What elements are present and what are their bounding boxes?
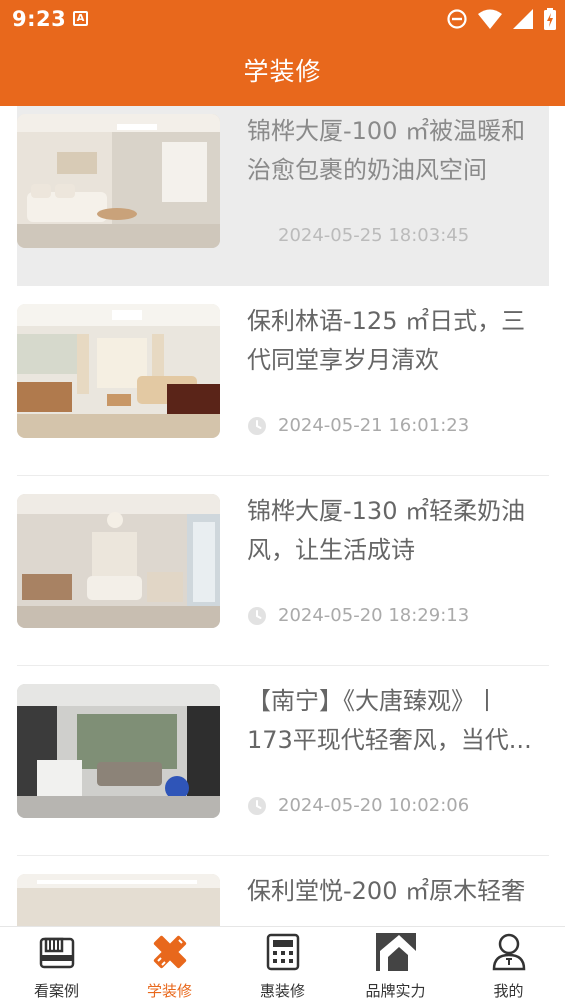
article-title: 锦桦大厦-100 ㎡被温暖和治愈包裹的奶油风空间 <box>247 117 526 184</box>
nav-item-deals[interactable]: 惠装修 <box>226 927 339 1004</box>
do-not-disturb-icon <box>447 9 467 29</box>
nav-item-mine[interactable]: 我的 <box>452 927 565 1004</box>
case-box-icon <box>39 937 75 969</box>
article-item[interactable]: 锦桦大厦-100 ㎡被温暖和治愈包裹的奶油风空间 2024-05-25 18:0… <box>17 106 549 286</box>
article-item[interactable]: 保利堂悦-200 ㎡原木轻奢 <box>17 856 549 926</box>
nav-label: 惠装修 <box>259 982 305 1000</box>
nav-item-cases[interactable]: 看案例 <box>0 927 113 1004</box>
article-date: 2024-05-25 18:03:45 <box>278 225 470 246</box>
article-list[interactable]: 锦桦大厦-100 ㎡被温暖和治愈包裹的奶油风空间 2024-05-25 18:0… <box>0 106 565 926</box>
article-thumbnail <box>17 874 220 926</box>
pencil-ruler-icon <box>153 935 187 969</box>
status-time: 9:23 <box>12 7 67 31</box>
nav-label: 品牌实力 <box>365 982 426 1000</box>
article-date: 2024-05-20 18:29:13 <box>278 605 470 626</box>
article-item[interactable]: 保利林语-125 ㎡日式，三代同堂享岁月清欢 2024-05-21 16:01:… <box>17 286 549 476</box>
page-title: 学装修 <box>243 57 322 86</box>
article-thumbnail <box>17 304 220 438</box>
user-icon <box>492 933 526 971</box>
clock-icon <box>248 417 266 435</box>
nav-item-brand[interactable]: 品牌实力 <box>339 927 452 1004</box>
article-title: 【南宁】《大唐臻观》丨173平现代轻奢风，当代... <box>247 687 532 754</box>
nav-label: 我的 <box>493 982 524 1000</box>
bottom-nav: 看案例 学装修 惠装修 品牌实力 我的 <box>0 926 565 1004</box>
clock-icon <box>248 607 266 625</box>
article-item[interactable]: 锦桦大厦-130 ㎡轻柔奶油风，让生活成诗 2024-05-20 18:29:1… <box>17 476 549 666</box>
house-roof-icon <box>376 933 416 971</box>
notification-badge: A <box>73 11 88 26</box>
article-title: 保利堂悦-200 ㎡原木轻奢 <box>247 877 526 905</box>
article-thumbnail <box>17 494 220 628</box>
nav-label: 看案例 <box>33 982 79 1000</box>
article-date: 2024-05-21 16:01:23 <box>278 415 470 436</box>
article-item[interactable]: 【南宁】《大唐臻观》丨173平现代轻奢风，当代... 2024-05-20 10… <box>17 666 549 856</box>
status-bar: 9:23 A <box>0 0 565 38</box>
article-date: 2024-05-20 10:02:06 <box>278 795 470 816</box>
clock-icon <box>248 797 266 815</box>
app-header: 9:23 A 学装修 <box>0 0 565 106</box>
nav-item-learn[interactable]: 学装修 <box>113 927 226 1004</box>
status-icons <box>442 8 557 30</box>
article-title: 保利林语-125 ㎡日式，三代同堂享岁月清欢 <box>247 307 526 374</box>
signal-icon <box>512 9 533 29</box>
nav-label: 学装修 <box>146 982 192 1000</box>
battery-charging-icon <box>544 8 556 30</box>
calculator-icon <box>266 933 300 971</box>
article-thumbnail <box>17 114 220 248</box>
article-thumbnail <box>17 684 220 818</box>
wifi-icon <box>477 9 502 29</box>
article-title: 锦桦大厦-130 ㎡轻柔奶油风，让生活成诗 <box>247 497 526 564</box>
